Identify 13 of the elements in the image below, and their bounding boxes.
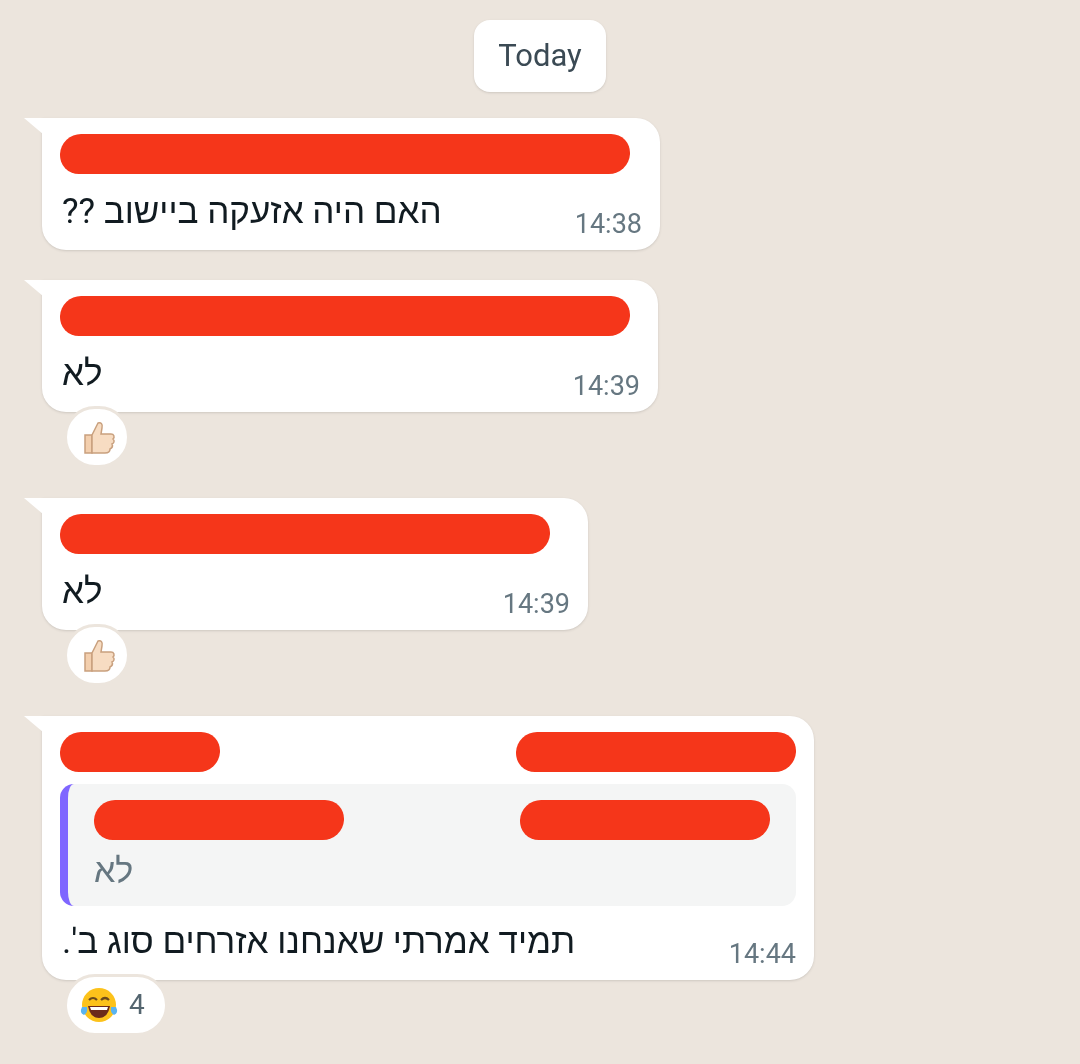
quoted-text: לא [94, 849, 134, 892]
message-time: 14:39 [572, 368, 640, 404]
message-text: האם היה אזעקה ביישוב ?? [61, 190, 442, 234]
message-text: לא [61, 352, 103, 396]
laughing-face-icon [79, 985, 119, 1025]
reaction-chip[interactable]: 4 [64, 974, 168, 1036]
message-text: לא [61, 570, 103, 614]
reaction-count: 4 [129, 987, 145, 1023]
date-chip: Today [474, 20, 606, 92]
message-time: 14:39 [502, 586, 570, 622]
message-time: 14:38 [574, 206, 642, 242]
message-text: תמיד אמרתי שאנחנו אזרחים סוג ב'. [61, 920, 576, 964]
message-time: 14:44 [728, 936, 796, 972]
